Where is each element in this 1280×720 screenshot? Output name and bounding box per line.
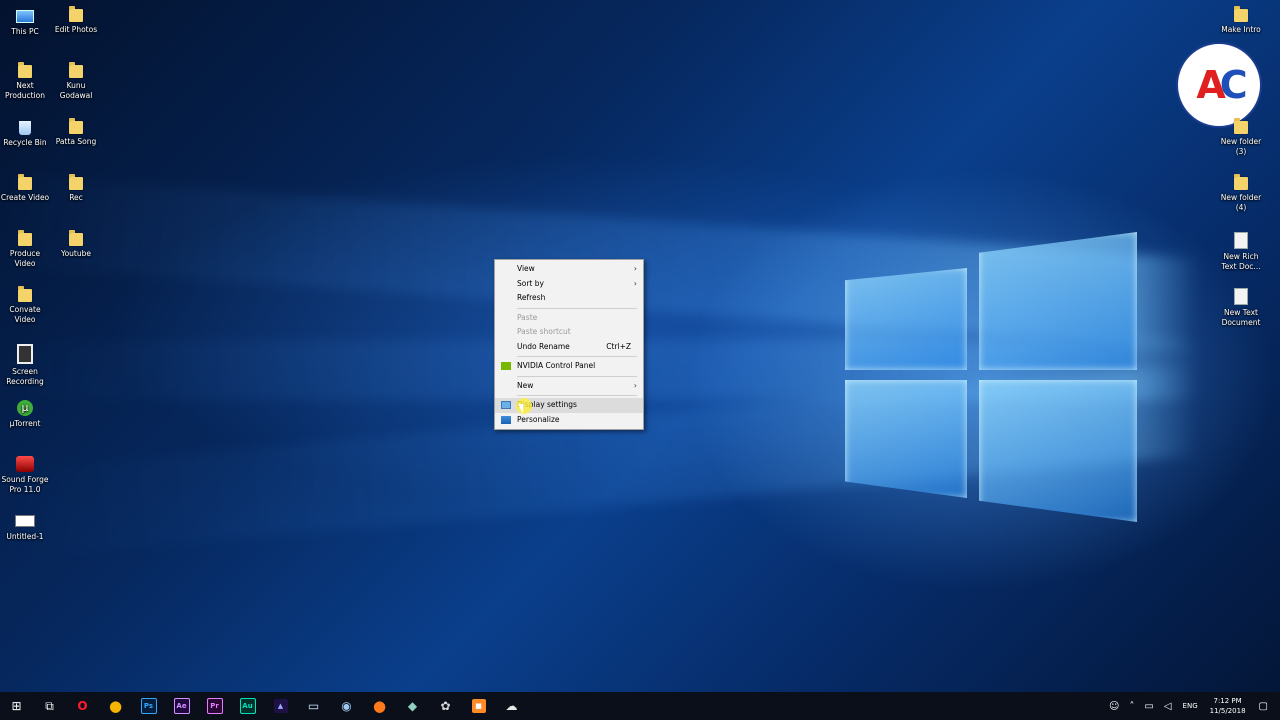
- chevron-right-icon: ›: [633, 264, 637, 273]
- menu-item-refresh[interactable]: Refresh: [495, 291, 643, 306]
- recycle-bin-icon: [19, 121, 31, 135]
- nvidia-icon: [501, 362, 511, 370]
- desktop-icon-produce-video[interactable]: Produce Video: [0, 230, 50, 269]
- desktop-icon-utorrent[interactable]: µ µTorrent: [0, 398, 50, 429]
- clock[interactable]: 7:12 PM 11/5/2018: [1210, 696, 1246, 716]
- cloud-app-icon[interactable]: ☁: [495, 692, 528, 720]
- menu-item-nvidia-control-panel[interactable]: NVIDIA Control Panel: [495, 359, 643, 374]
- steam-icon[interactable]: ◉: [330, 692, 363, 720]
- document-icon: [1234, 232, 1248, 249]
- folder-icon: [1234, 118, 1248, 134]
- sound-forge-icon: [16, 456, 34, 472]
- desktop-icon-new-folder-3[interactable]: New folder (3): [1216, 118, 1266, 157]
- desktop-icon-untitled-1[interactable]: Untitled-1: [0, 510, 50, 542]
- document-icon: [1234, 288, 1248, 305]
- folder-icon: [18, 230, 32, 246]
- windows-logo: [845, 232, 1137, 522]
- folder-icon: [69, 118, 83, 134]
- language-indicator[interactable]: ENG: [1183, 702, 1198, 710]
- menu-item-paste[interactable]: Paste: [495, 311, 643, 326]
- desktop-icon-new-folder-4[interactable]: New folder (4): [1216, 174, 1266, 213]
- desktop-icon-sound-forge[interactable]: Sound Forge Pro 11.0: [0, 454, 50, 495]
- app-icon[interactable]: ◆: [396, 692, 429, 720]
- recorder-icon[interactable]: ■: [462, 692, 495, 720]
- folder-icon: [1234, 6, 1248, 22]
- network-icon[interactable]: ▭: [1144, 701, 1153, 712]
- menu-item-new[interactable]: New ›: [495, 379, 643, 394]
- menu-separator: [517, 395, 637, 396]
- opera-icon[interactable]: O: [66, 692, 99, 720]
- folder-icon: [18, 174, 32, 190]
- chrome-icon[interactable]: ●: [99, 692, 132, 720]
- chevron-right-icon: ›: [633, 278, 637, 288]
- mouse-cursor-highlight: [516, 398, 532, 414]
- chevron-up-icon[interactable]: ˄: [1129, 701, 1134, 712]
- premiere-icon[interactable]: Pr: [198, 692, 231, 720]
- utorrent-icon: µ: [17, 400, 33, 416]
- shortcut-label: Ctrl+Z: [606, 341, 631, 351]
- audition-icon[interactable]: Au: [231, 692, 264, 720]
- display-icon: [501, 401, 511, 409]
- menu-item-personalize[interactable]: Personalize: [495, 413, 643, 428]
- system-tray: ☺ ˄ ▭ ◁ ENG 7:12 PM 11/5/2018 ▢: [1104, 692, 1280, 720]
- film-icon: [17, 344, 33, 364]
- menu-separator: [517, 356, 637, 357]
- desktop-icon-patta-song[interactable]: Patta Song: [51, 118, 101, 147]
- folder-icon: [69, 174, 83, 190]
- menu-item-paste-shortcut[interactable]: Paste shortcut: [495, 325, 643, 340]
- menu-item-view[interactable]: View ›: [495, 262, 643, 277]
- folder-icon: [69, 6, 83, 22]
- folder-icon: [18, 62, 32, 78]
- notification-icon[interactable]: ▢: [1259, 701, 1268, 712]
- menu-separator: [517, 307, 637, 309]
- people-icon[interactable]: ☺: [1109, 701, 1119, 712]
- taskbar: ⊞ ⧉ O ● Ps Ae Pr Au ▲ ▭ ◉ ● ◆ ✿ ■ ☁ ☺ ˄ …: [0, 692, 1280, 720]
- desktop-icon-make-intro[interactable]: Make Intro: [1216, 6, 1266, 35]
- desktop-icon-convate-video[interactable]: Convate Video: [0, 286, 50, 325]
- menu-separator: [517, 375, 637, 377]
- desktop-icon-kunu-godawal[interactable]: Kunu Godawal: [51, 62, 101, 101]
- desktop-icon-new-rich-text-doc[interactable]: New Rich Text Doc...: [1216, 230, 1266, 272]
- desktop-icon-edit-photos[interactable]: Edit Photos: [51, 6, 101, 35]
- desktop-icon-screen-recording[interactable]: Screen Recording: [0, 342, 50, 387]
- desktop-icon-rec[interactable]: Rec: [51, 174, 101, 203]
- desktop-icon-youtube[interactable]: Youtube: [51, 230, 101, 259]
- volume-icon[interactable]: ◁: [1164, 701, 1172, 712]
- personalize-icon: [501, 415, 511, 424]
- folder-icon: [69, 230, 83, 246]
- folder-icon: [18, 286, 32, 302]
- firefox-icon[interactable]: ●: [363, 692, 396, 720]
- channel-logo: AC: [1176, 42, 1262, 128]
- desktop-icon-create-video[interactable]: Create Video: [0, 174, 50, 203]
- photoshop-icon[interactable]: Ps: [132, 692, 165, 720]
- start-button[interactable]: ⊞: [0, 692, 33, 720]
- menu-item-sort-by[interactable]: Sort by ›: [495, 277, 643, 292]
- chevron-right-icon: ›: [633, 380, 637, 390]
- app2-icon[interactable]: ✿: [429, 692, 462, 720]
- file-explorer-icon[interactable]: ▭: [297, 692, 330, 720]
- desktop-icon-next-production[interactable]: Next Production: [0, 62, 50, 101]
- desktop-icon-recycle-bin[interactable]: Recycle Bin: [0, 118, 50, 148]
- folder-icon: [1234, 174, 1248, 190]
- task-view-button[interactable]: ⧉: [33, 692, 66, 720]
- menu-item-undo-rename[interactable]: Undo Rename Ctrl+Z: [495, 340, 643, 355]
- folder-icon: [69, 62, 83, 78]
- after-effects-icon[interactable]: Ae: [165, 692, 198, 720]
- file-icon: [15, 515, 35, 527]
- desktop-icon-new-text-document[interactable]: New Text Document: [1216, 286, 1266, 328]
- media-encoder-icon[interactable]: ▲: [264, 692, 297, 720]
- this-pc-icon: [16, 10, 34, 23]
- desktop-icon-this-pc[interactable]: This PC: [0, 6, 50, 37]
